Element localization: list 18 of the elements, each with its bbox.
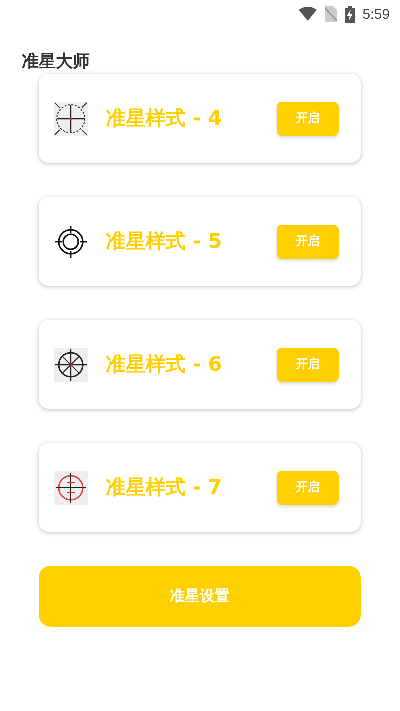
enable-button[interactable]: 开启 [277, 470, 339, 504]
crosshair-icon [54, 224, 88, 258]
crosshair-icon [54, 470, 88, 504]
crosshair-icon [54, 348, 88, 382]
battery-charging-icon [344, 6, 355, 22]
enable-button[interactable]: 开启 [277, 224, 339, 258]
style-name: 准星样式 - 7 [106, 474, 224, 501]
wifi-icon [298, 7, 317, 21]
settings-button[interactable]: 准星设置 [39, 566, 361, 627]
enable-button[interactable]: 开启 [277, 348, 339, 382]
app-title: 准星大师 [21, 51, 91, 74]
style-name: 准星样式 - 4 [106, 105, 224, 132]
status-time: 5:59 [362, 6, 390, 22]
crosshair-icon [54, 102, 88, 136]
style-name: 准星样式 - 6 [106, 351, 224, 378]
no-sim-icon [324, 6, 337, 22]
enable-button[interactable]: 开启 [277, 102, 339, 136]
style-name: 准星样式 - 5 [106, 228, 224, 255]
